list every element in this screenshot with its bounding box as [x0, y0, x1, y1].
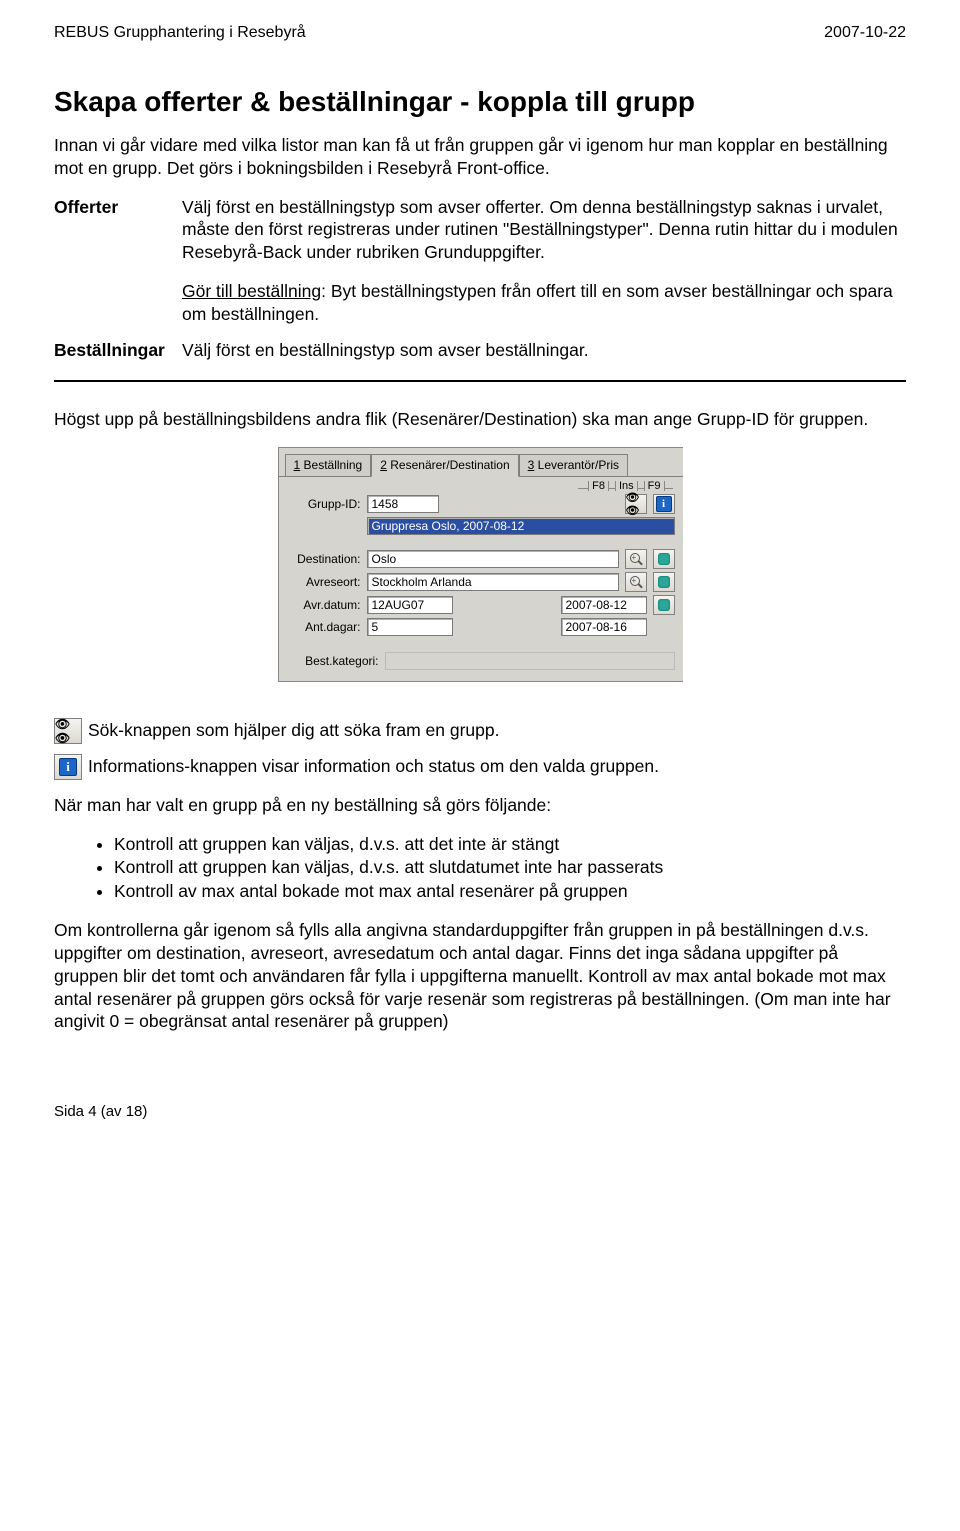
teal-dot-icon — [658, 553, 670, 565]
input-avrdatum[interactable]: 12AUG07 — [367, 596, 453, 614]
page-footer: Sida 4 (av 18) — [54, 1103, 906, 1120]
header-left: REBUS Grupphantering i Resebyrå — [54, 24, 306, 42]
info-button[interactable]: i — [653, 494, 675, 514]
input-avrdatum-iso[interactable]: 2007-08-12 — [561, 596, 647, 614]
teal-dot-icon — [658, 599, 670, 611]
input-gruppid[interactable]: 1458 — [367, 495, 439, 513]
magnifier-plus-icon: + — [630, 576, 642, 588]
teal-destination-button[interactable] — [653, 549, 675, 569]
legend-search-text: Sök-knappen som hjälper dig att söka fra… — [88, 719, 499, 742]
label-destination: Destination: — [287, 552, 361, 566]
list-item: Kontroll att gruppen kan väljas, d.v.s. … — [114, 833, 906, 857]
zoom-destination-button[interactable]: + — [625, 549, 647, 569]
zoom-avreseort-button[interactable]: + — [625, 572, 647, 592]
section2-para: Högst upp på beställningsbildens andra f… — [54, 408, 906, 431]
label-avrdatum: Avr.datum: — [287, 598, 361, 612]
list-item: Kontroll att gruppen kan väljas, d.v.s. … — [114, 856, 906, 880]
divider — [54, 380, 906, 382]
label-antdagar: Ant.dagar: — [287, 620, 361, 634]
check-list: Kontroll att gruppen kan väljas, d.v.s. … — [54, 833, 906, 904]
after-icons-para: När man har valt en grupp på en ny bestä… — [54, 794, 906, 817]
screenshot-mock: 1 Beställning 2 Resenärer/Destination 3 … — [278, 447, 683, 682]
page-title: Skapa offerter & beställningar - koppla … — [54, 86, 906, 118]
underline-gor-till: Gör till beställning — [182, 281, 321, 301]
label-avreseort: Avreseort: — [287, 575, 361, 589]
tab-resenarer-destination[interactable]: 2 Resenärer/Destination — [371, 454, 518, 477]
body-bestallningar: Välj först en beställningstyp som avser … — [182, 339, 906, 362]
legend-search-icon-box: 👁👁 — [54, 718, 82, 744]
intro-paragraph: Innan vi går vidare med vilka listor man… — [54, 134, 906, 180]
legend-info-icon-box: i — [54, 754, 82, 780]
keyboard-hints: F8 Ins F9 — [287, 481, 675, 491]
body-offerter: Välj först en beställningstyp som avser … — [182, 196, 906, 326]
input-antdagar[interactable]: 5 — [367, 618, 453, 636]
list-item: Kontroll av max antal bokade mot max ant… — [114, 880, 906, 904]
label-bestkategori: Best.kategori: — [287, 654, 379, 668]
page-header: REBUS Grupphantering i Resebyrå 2007-10-… — [54, 24, 906, 42]
binoculars-icon: 👁👁 — [626, 491, 646, 517]
input-avreseort[interactable]: Stockholm Arlanda — [367, 573, 619, 591]
tab-leverantor-pris[interactable]: 3 Leverantör/Pris — [519, 454, 628, 476]
info-icon: i — [656, 496, 672, 512]
info-icon: i — [59, 758, 77, 776]
magnifier-plus-icon: + — [630, 553, 642, 565]
binoculars-icon: 👁👁 — [55, 717, 81, 745]
final-paragraph: Om kontrollerna går igenom så fylls alla… — [54, 919, 906, 1033]
teal-avrdatum-button[interactable] — [653, 595, 675, 615]
term-bestallningar: Beställningar — [54, 339, 182, 362]
input-bestkategori[interactable] — [385, 652, 675, 670]
teal-avreseort-button[interactable] — [653, 572, 675, 592]
tab-bestallning[interactable]: 1 Beställning — [285, 454, 372, 476]
teal-dot-icon — [658, 576, 670, 588]
legend-info-text: Informations-knappen visar information o… — [88, 755, 659, 778]
term-offerter: Offerter — [54, 196, 182, 219]
header-date: 2007-10-22 — [824, 24, 906, 42]
input-destination[interactable]: Oslo — [367, 550, 619, 568]
input-slutdatum[interactable]: 2007-08-16 — [561, 618, 647, 636]
search-button[interactable]: 👁👁 — [625, 494, 647, 514]
input-gruppname[interactable]: Gruppresa Oslo, 2007-08-12 — [367, 517, 675, 535]
label-gruppid: Grupp-ID: — [287, 497, 361, 511]
